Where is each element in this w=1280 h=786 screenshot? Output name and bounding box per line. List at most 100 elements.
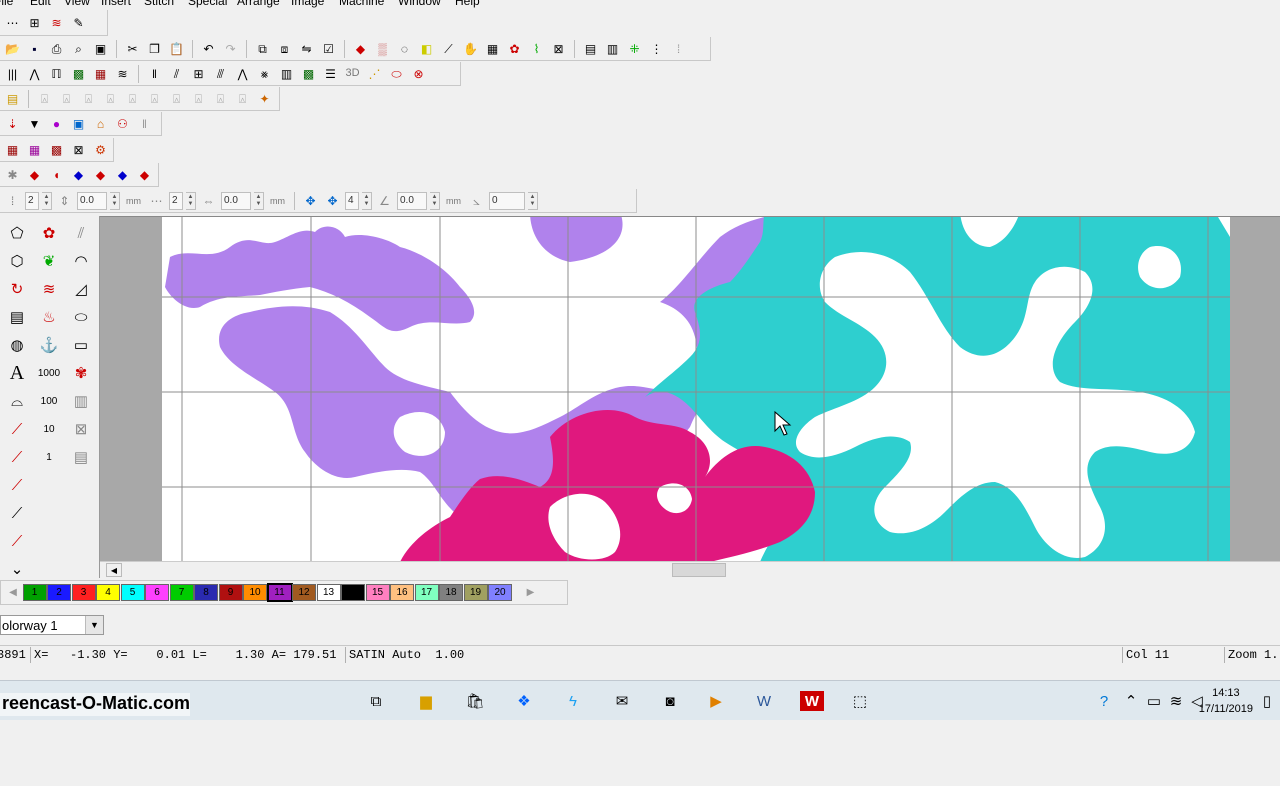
columns-icon[interactable]: ▥ (68, 388, 94, 414)
wand-icon[interactable]: ✦ (255, 89, 274, 108)
media-player-icon[interactable]: ▶ (705, 691, 727, 711)
appliqué-icon[interactable]: ♨ (36, 304, 62, 330)
scroll-thumb[interactable] (672, 563, 726, 577)
copy-icon[interactable]: ❐ (145, 39, 164, 58)
node-break-icon[interactable]: ◆ (91, 165, 110, 184)
letter-style-9-icon[interactable]: ⍓ (211, 89, 230, 108)
design-canvas[interactable] (100, 216, 1280, 561)
chart-icon[interactable]: ⌇ (527, 39, 546, 58)
document-icon[interactable]: ▤ (4, 304, 30, 330)
spacing-icon[interactable]: ⁞ (669, 39, 688, 58)
angle-stitch-icon[interactable]: ⫽ (167, 64, 186, 83)
fill-stitch-icon[interactable]: ▩ (69, 64, 88, 83)
ellipse-icon[interactable]: ⬭ (68, 304, 94, 330)
column-stitch-icon[interactable]: ‖ (145, 64, 164, 83)
hoop-2-icon[interactable]: ▦ (25, 140, 44, 159)
hand-icon[interactable]: ✋ (461, 39, 480, 58)
dropbox-icon[interactable]: ❖ (513, 691, 535, 711)
help-icon[interactable]: ? (1093, 691, 1115, 711)
grid-mode-icon[interactable]: ⊞ (25, 13, 44, 32)
menu-file[interactable]: File (0, 0, 13, 8)
highlight-icon[interactable]: ◧ (417, 39, 436, 58)
letter-style-2-icon[interactable]: ⍓ (57, 89, 76, 108)
param-field-5[interactable]: 4 (345, 191, 359, 210)
palette-swatch-4[interactable]: 4 (96, 584, 120, 601)
scroll-left-icon[interactable]: ◀ (106, 563, 122, 577)
select-mode-icon[interactable]: ⋯ (3, 13, 22, 32)
stem-line-icon[interactable]: ⟋ (4, 472, 30, 498)
satin-column-icon[interactable]: ≋ (36, 276, 62, 302)
lettering-icon[interactable]: ▤ (3, 89, 22, 108)
satin-stitch-icon[interactable]: ℿ (47, 64, 66, 83)
sphere-icon[interactable]: ● (47, 114, 66, 133)
palette-swatch-19[interactable]: 19 (463, 584, 488, 601)
palette-swatch-10[interactable]: 10 (243, 584, 267, 601)
rose-icon[interactable]: ✾ (68, 360, 94, 386)
colorway-select[interactable]: olorway 1 ▼ (0, 615, 104, 635)
check-icon[interactable]: ☑ (319, 39, 338, 58)
param-field-7[interactable]: 0 (489, 191, 525, 210)
palette-swatch-17[interactable]: 17 (414, 584, 439, 601)
palette-right-icon[interactable]: ▶ (521, 584, 541, 601)
print-icon[interactable]: ⎙ (47, 39, 66, 58)
chain-line-icon[interactable]: ⟋ (4, 528, 30, 554)
menu-machine[interactable]: Machine (339, 0, 384, 8)
monitor-icon[interactable]: ▤ (581, 39, 600, 58)
wifi-icon[interactable]: ≋ (1165, 691, 1187, 711)
group-icon[interactable]: ⧉ (253, 39, 272, 58)
digitize-closed-icon[interactable]: ⬡ (4, 248, 30, 274)
task-view-icon[interactable]: ⧉ (365, 691, 387, 711)
lightning-icon[interactable]: ϟ (562, 691, 584, 711)
palette-swatch-11[interactable]: 11 (266, 583, 293, 602)
count-1-icon[interactable]: 1 (36, 444, 62, 470)
palette-swatch-12[interactable]: 12 (292, 584, 316, 601)
frame-icon[interactable]: ▣ (69, 114, 88, 133)
palette-swatch-14[interactable]: 14 (341, 584, 365, 601)
palette-swatch-15[interactable]: 15 (365, 584, 390, 601)
menu-insert[interactable]: Insert (101, 0, 131, 8)
battery-icon[interactable]: ▭ (1143, 691, 1165, 711)
monogram-icon[interactable]: ⌓ (4, 388, 30, 414)
palette-swatch-16[interactable]: 16 (390, 584, 414, 601)
palette-swatch-5[interactable]: 5 (120, 584, 145, 601)
home-icon[interactable]: ⌂ (91, 114, 110, 133)
node-corner-icon[interactable]: ◆ (135, 165, 154, 184)
menu-edit[interactable]: Edit (30, 0, 51, 8)
hoop-1-icon[interactable]: ▦ (3, 140, 22, 159)
mail-icon[interactable]: ✉ (611, 691, 633, 711)
digitize-open-icon[interactable]: ⬠ (4, 220, 30, 246)
zigzag-stitch-icon[interactable]: ⋀ (25, 64, 44, 83)
ungroup-icon[interactable]: ⧈ (275, 39, 294, 58)
pattern-icon[interactable]: ▒ (373, 39, 392, 58)
grid-icon[interactable]: ▦ (483, 39, 502, 58)
param-field-4[interactable]: 0.0 (221, 191, 251, 210)
people-icon[interactable]: ⚇ (113, 114, 132, 133)
sequin-icon[interactable]: ⋰ (365, 64, 384, 83)
mirror-icon[interactable]: ⇋ (297, 39, 316, 58)
curve-icon[interactable]: ⊗ (409, 64, 428, 83)
menu-stitch[interactable]: Stitch (144, 0, 174, 8)
node-join-icon[interactable]: ◆ (113, 165, 132, 184)
palette-swatch-1[interactable]: 1 (22, 584, 47, 601)
outline-icon[interactable]: ◌ (395, 39, 414, 58)
letter-style-7-icon[interactable]: ⍓ (167, 89, 186, 108)
arc-icon[interactable]: ◠ (68, 248, 94, 274)
palette-swatch-20[interactable]: 20 (488, 584, 512, 601)
3d-icon[interactable]: 3D (343, 64, 362, 83)
count-10-icon[interactable]: 10 (36, 416, 62, 442)
snipping-tool-icon[interactable]: ⬚ (849, 691, 871, 711)
move-alt-icon[interactable]: ✥ (323, 191, 342, 210)
run-stitch-icon[interactable]: ||| (3, 64, 22, 83)
radial-icon[interactable]: ⋀ (233, 64, 252, 83)
fill-icon[interactable]: ◆ (351, 39, 370, 58)
notification-icon[interactable]: ▯ (1256, 691, 1278, 711)
wave-stitch-icon[interactable]: ≋ (113, 64, 132, 83)
print-preview-icon[interactable]: ⌕ (69, 39, 88, 58)
node-select-icon[interactable]: ✱ (3, 165, 22, 184)
count-100-icon[interactable]: 100 (36, 388, 62, 414)
stitch-mode-icon[interactable]: ≋ (47, 13, 66, 32)
node-curve-icon[interactable]: ◖ (47, 165, 66, 184)
complex-fill-icon[interactable]: ⊞ (189, 64, 208, 83)
more-tools-icon[interactable]: ⌄ (4, 556, 30, 582)
wilcom-icon[interactable]: W (800, 691, 824, 711)
